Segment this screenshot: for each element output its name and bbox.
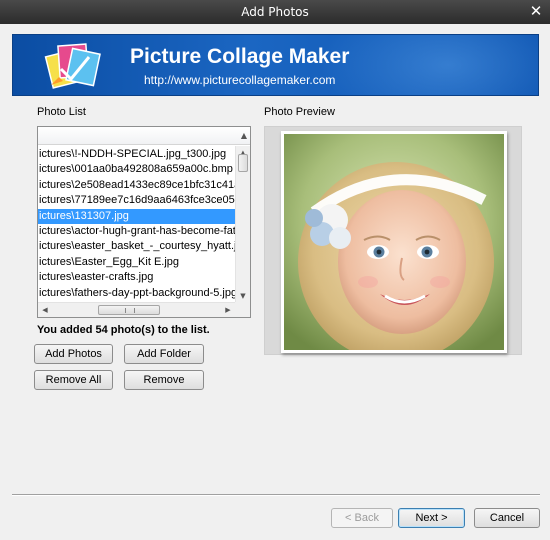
list-item[interactable]: ictures\easter_basket_-_courtesy_hyatt.j… [38, 239, 235, 254]
cancel-button[interactable]: Cancel [474, 508, 540, 528]
preview-photo-frame [281, 131, 507, 353]
horizontal-scroll-thumb[interactable] [98, 305, 160, 315]
scroll-down-icon[interactable]: ▼ [236, 289, 250, 303]
list-item[interactable]: ictures\2e508ead1433ec89ce1bfc31c41ab73c [38, 178, 235, 193]
close-icon[interactable]: ✕ [528, 3, 544, 19]
photo-list-label: Photo List [37, 106, 86, 118]
list-item[interactable]: ictures\fathers-day-ppt-background-5.jpg [38, 286, 235, 301]
app-url: http://www.picturecollagemaker.com [144, 73, 336, 87]
app-banner: Picture Collage Maker http://www.picture… [12, 34, 539, 96]
list-item[interactable]: ictures\easter-crafts.jpg [38, 270, 235, 285]
add-photos-dialog: Add Photos ✕ Picture Collage Maker http:… [0, 0, 550, 540]
list-column-header[interactable]: ▲ [38, 127, 250, 145]
window-title: Add Photos [241, 5, 309, 19]
footer-separator [12, 494, 540, 496]
title-bar[interactable]: Add Photos ✕ [0, 0, 550, 24]
add-folder-button[interactable]: Add Folder [124, 344, 204, 364]
photo-preview-panel [264, 126, 522, 355]
list-item[interactable]: ictures\001aa0ba492808a659a00c.bmp [38, 162, 235, 177]
next-button[interactable]: Next > [398, 508, 465, 528]
vertical-scroll-thumb[interactable] [238, 154, 248, 172]
scroll-right-icon[interactable]: ▶ [221, 303, 235, 317]
back-button[interactable]: < Back [331, 508, 393, 528]
scroll-left-icon[interactable]: ◀ [38, 303, 52, 317]
horizontal-scrollbar[interactable]: ◀ ▶ [38, 302, 235, 317]
preview-photo [284, 134, 504, 350]
photo-list-rows: ictures\!-NDDH-SPECIAL.jpg_t300.jpg ictu… [38, 147, 235, 302]
photo-list[interactable]: ▲ ictures\!-NDDH-SPECIAL.jpg_t300.jpg ic… [37, 126, 251, 318]
list-item[interactable]: ictures\Easter_Egg_Kit E.jpg [38, 255, 235, 270]
app-logo-icon [44, 43, 101, 89]
scrollbar-corner [235, 302, 250, 317]
banner-swoosh [318, 35, 538, 95]
scroll-grip-icon [125, 308, 135, 313]
remove-button[interactable]: Remove [124, 370, 204, 390]
vertical-scrollbar[interactable]: ▲ ▼ [235, 146, 250, 303]
list-item-selected[interactable]: ictures\131307.jpg [38, 208, 235, 224]
app-name: Picture Collage Maker [130, 45, 350, 68]
sort-arrow-icon: ▲ [240, 131, 247, 140]
photo-count-text: You added 54 photo(s) to the list. [37, 324, 210, 336]
list-item[interactable]: ictures\actor-hugh-grant-has-become-fath… [38, 224, 235, 239]
list-item[interactable]: ictures\77189ee7c16d9aa6463fce3ce0539416 [38, 193, 235, 208]
remove-all-button[interactable]: Remove All [34, 370, 113, 390]
photo-preview-label: Photo Preview [264, 106, 335, 118]
add-photos-button[interactable]: Add Photos [34, 344, 113, 364]
list-item[interactable]: ictures\!-NDDH-SPECIAL.jpg_t300.jpg [38, 147, 235, 162]
